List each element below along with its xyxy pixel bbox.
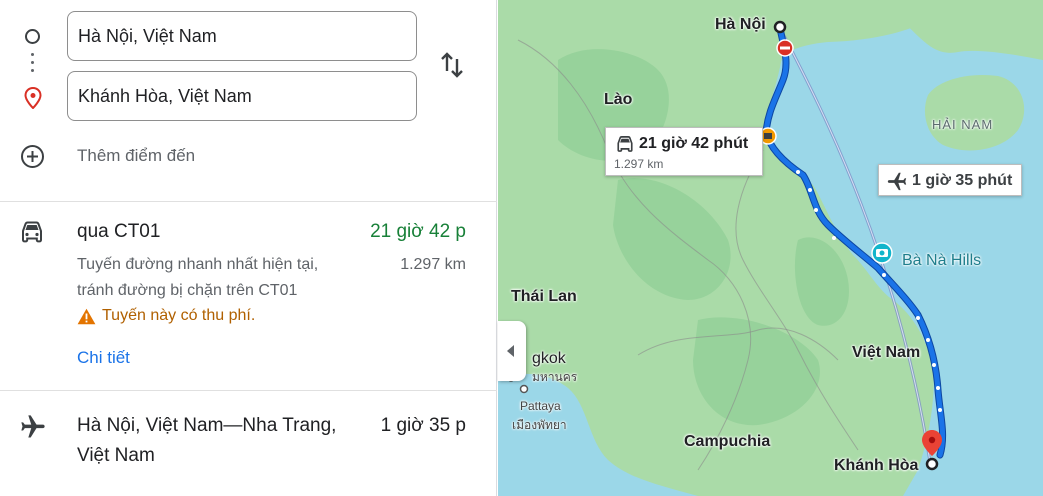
toll-warning: Tuyến này có thu phí. (102, 307, 256, 324)
map-label-thailand: Thái Lan (511, 288, 577, 305)
driving-time-callout[interactable]: 21 giờ 42 phút 1.297 km (605, 127, 763, 176)
flight-time-callout[interactable]: 1 giờ 35 phút (878, 164, 1022, 196)
route-dots-icon (31, 53, 34, 77)
flight-title: Việt Nam (77, 445, 155, 466)
map-label-bangkok-thai: มหานคร (532, 370, 578, 384)
map-label-hainam: HẢI NAM (932, 117, 994, 132)
divider (0, 201, 497, 202)
chevron-left-icon (507, 345, 514, 357)
warning-icon (77, 308, 96, 325)
map-label-vietnam: Việt Nam (852, 344, 921, 361)
car-icon (22, 221, 42, 243)
divider (0, 390, 497, 391)
add-circle-icon[interactable] (20, 144, 45, 169)
route-distance: 1.297 km (400, 256, 466, 273)
route-inputs: Thêm điểm đến (0, 0, 497, 200)
map-label-bangkok: gkok (532, 350, 566, 367)
map-label-banahills[interactable]: Bà Nà Hills (902, 252, 981, 270)
flight-duration: 1 giờ 35 p (380, 415, 466, 436)
map-terrain (498, 0, 1043, 496)
airplane-icon (887, 172, 907, 191)
map-label-pattaya-thai: เมืองพัทยา (512, 418, 567, 432)
map-label-laos: Lào (604, 91, 633, 108)
directions-panel: Thêm điểm đến qua CT01 21 giờ 42 p Tuyến… (0, 0, 497, 496)
flight-title: Hà Nội, Việt Nam—Nha Trang, (77, 415, 337, 436)
callout-flight-duration: 1 giờ 35 phút (912, 172, 1013, 189)
swap-vertical-icon[interactable] (439, 51, 465, 79)
route-details-link[interactable]: Chi tiết (77, 348, 130, 368)
map-canvas[interactable]: Hà Nội Lào HẢI NAM Thái Lan gkok มหานคร … (498, 0, 1043, 496)
route-title: qua CT01 (77, 221, 161, 242)
callout-duration: 21 giờ 42 phút (639, 135, 749, 152)
route-duration: 21 giờ 42 p (370, 221, 466, 242)
origin-input[interactable] (67, 11, 417, 61)
collapse-panel-button[interactable] (498, 321, 526, 381)
add-destination-button[interactable]: Thêm điểm đến (77, 146, 195, 166)
map-label-hanoi: Hà Nội (715, 16, 766, 33)
location-pin-icon (24, 87, 42, 109)
route-description: Tuyến đường nhanh nhất hiện tại, (77, 256, 319, 273)
airplane-icon (21, 415, 45, 438)
car-icon (617, 136, 633, 152)
map-label-khanhhoa: Khánh Hòa (834, 457, 919, 474)
route-description: tránh đường bị chặn trên CT01 (77, 282, 298, 299)
map-label-pattaya: Pattaya (520, 399, 561, 413)
callout-distance: 1.297 km (614, 157, 664, 171)
destination-input[interactable] (67, 71, 417, 121)
origin-circle-icon (25, 29, 40, 44)
map-label-cambodia: Campuchia (684, 433, 771, 450)
